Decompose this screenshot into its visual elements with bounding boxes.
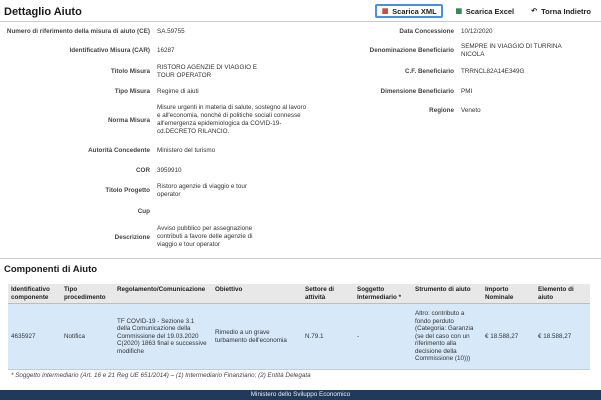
field-value-data-concessione: 10/12/2020 [461, 28, 493, 35]
col-header: Obiettivo [212, 284, 302, 304]
field-label-car: Identificativo Misura (CAR) [69, 47, 150, 54]
col-header: Tipo procedimento [61, 284, 114, 304]
footnote: * Soggetto intermediario (Art. 16 e 21 R… [11, 372, 311, 379]
col-header: Strumento di aiuto [412, 284, 482, 304]
table-cell: TF COVID-19 - Sezione 3.1 della Comunica… [114, 303, 212, 370]
page-title: Dettaglio Aiuto [4, 6, 82, 18]
field-value-norma-misura: Misure urgenti in materia di salute, sos… [157, 104, 307, 135]
field-label-denominazione: Denominazione Beneficiario [369, 47, 454, 54]
file-icon: ▦ [381, 7, 389, 15]
field-label-autorita: Autorità Concedente [88, 147, 150, 154]
field-value-tipo-misura: Regime di aiuti [157, 88, 199, 95]
table-cell: € 18.588,27 [535, 303, 590, 370]
field-value-denominazione: SEMPRE IN VIAGGIO DI TURRINA NICOLA [461, 43, 562, 58]
download-xml-label: Scarica XML [392, 6, 437, 16]
field-value-regione: Veneto [461, 107, 481, 114]
field-label-data-concessione: Data Concessione [399, 28, 454, 35]
table-header-row: Identificativo componente Tipo procedime… [8, 284, 590, 304]
field-value-car: 16287 [157, 47, 175, 54]
header-divider [0, 21, 601, 22]
field-value-dimensione: PMI [461, 88, 473, 95]
field-label-tipo-misura: Tipo Misura [114, 88, 150, 95]
field-value-titolo-misura: RISTORO AGENZIE DI VIAGGIO E TOUR OPERAT… [157, 64, 257, 79]
back-arrow-icon: ↶ [531, 7, 538, 15]
download-excel-button[interactable]: ▦ Scarica Excel [451, 4, 518, 18]
col-header: Importo Nominale [482, 284, 535, 304]
table-cell: Notifica [61, 303, 114, 370]
col-header: Soggetto Intermediario * [354, 284, 412, 304]
field-label-descrizione: Descrizione [114, 234, 150, 241]
components-table: Identificativo componente Tipo procedime… [8, 284, 590, 370]
col-header: Identificativo componente [8, 284, 61, 304]
table-cell: Altro: contributo a fondo perduto (Categ… [412, 303, 482, 370]
download-excel-label: Scarica Excel [465, 6, 515, 16]
field-value-descrizione: Avviso pubblico per assegnazione contrib… [157, 225, 253, 248]
toolbar: ▦ Scarica XML ▦ Scarica Excel ↶ Torna In… [375, 4, 595, 18]
back-label: Torna Indietro [541, 6, 591, 16]
section-divider [0, 258, 601, 259]
field-value-cor: 3959910 [157, 167, 182, 174]
footer: Ministero dello Sviluppo Economico [0, 390, 601, 400]
table-cell: Rimedio a un grave turbamento dell'econo… [212, 303, 302, 370]
table-cell: - [354, 303, 412, 370]
table-cell: N.79.1 [302, 303, 354, 370]
back-button[interactable]: ↶ Torna Indietro [526, 4, 595, 18]
table-row[interactable]: 4635927 Notifica TF COVID-19 - Sezione 3… [8, 303, 590, 370]
field-label-regione: Regione [429, 107, 454, 114]
field-label-cup: Cup [137, 208, 150, 215]
table-cell: 4635927 [8, 303, 61, 370]
field-label-ref-ce: Numero di riferimento della misura di ai… [6, 28, 150, 35]
table-cell: € 18.588,27 [482, 303, 535, 370]
components-title: Componenti di Aiuto [4, 264, 98, 275]
field-label-titolo-progetto: Titolo Progetto [105, 187, 150, 194]
field-label-cor: COR [136, 167, 150, 174]
field-value-cf: TRRNCL82A14E349G [461, 68, 525, 75]
field-value-titolo-progetto: Ristoro agenzie di viaggio e tour operat… [157, 183, 247, 198]
field-label-cf: C.F. Beneficiario [405, 68, 454, 75]
field-label-titolo-misura: Titolo Misura [110, 68, 150, 75]
col-header: Elemento di aiuto [535, 284, 590, 304]
excel-icon: ▦ [455, 7, 463, 15]
col-header: Regolamento/Comunicazione [114, 284, 212, 304]
col-header: Settore di attività [302, 284, 354, 304]
field-value-ref-ce: SA.59755 [157, 28, 185, 35]
field-value-autorita: Ministero del turismo [157, 147, 216, 154]
field-label-norma-misura: Norma Misura [108, 117, 150, 124]
download-xml-button[interactable]: ▦ Scarica XML [375, 4, 443, 18]
field-label-dimensione: Dimensione Beneficiario [380, 88, 454, 95]
